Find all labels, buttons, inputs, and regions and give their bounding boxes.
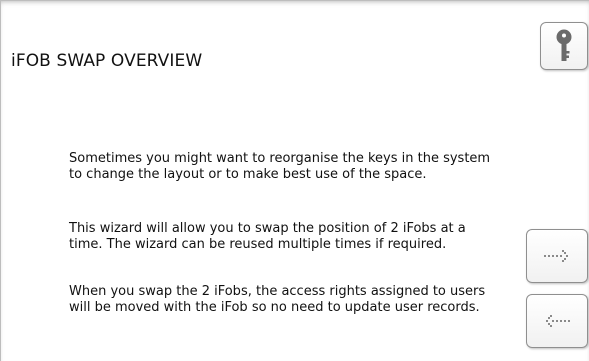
wizard-description-paragraph: This wizard will allow you to swap the p… [69,221,519,253]
dotted-arrow-right-icon [544,250,568,262]
next-button[interactable] [526,229,588,283]
key-button[interactable] [540,22,588,70]
paragraph-line: time. The wizard can be reused multiple … [69,237,447,252]
intro-paragraph: Sometimes you might want to reorganise t… [69,151,519,183]
access-rights-paragraph: When you swap the 2 iFobs, the access ri… [69,284,519,316]
wizard-window: iFOB SWAP OVERVIEW Sometimes you might w… [0,0,589,361]
paragraph-line: This wizard will allow you to swap the p… [69,221,466,236]
key-icon [556,29,572,61]
page-title: iFOB SWAP OVERVIEW [11,51,203,71]
paragraph-line: Sometimes you might want to reorganise t… [69,151,491,166]
dotted-arrow-left-icon [546,315,570,327]
paragraph-line: When you swap the 2 iFobs, the access ri… [69,284,486,299]
back-button[interactable] [526,294,588,348]
paragraph-line: to change the layout or to make best use… [69,167,427,182]
paragraph-line: will be moved with the iFob so no need t… [69,300,480,315]
